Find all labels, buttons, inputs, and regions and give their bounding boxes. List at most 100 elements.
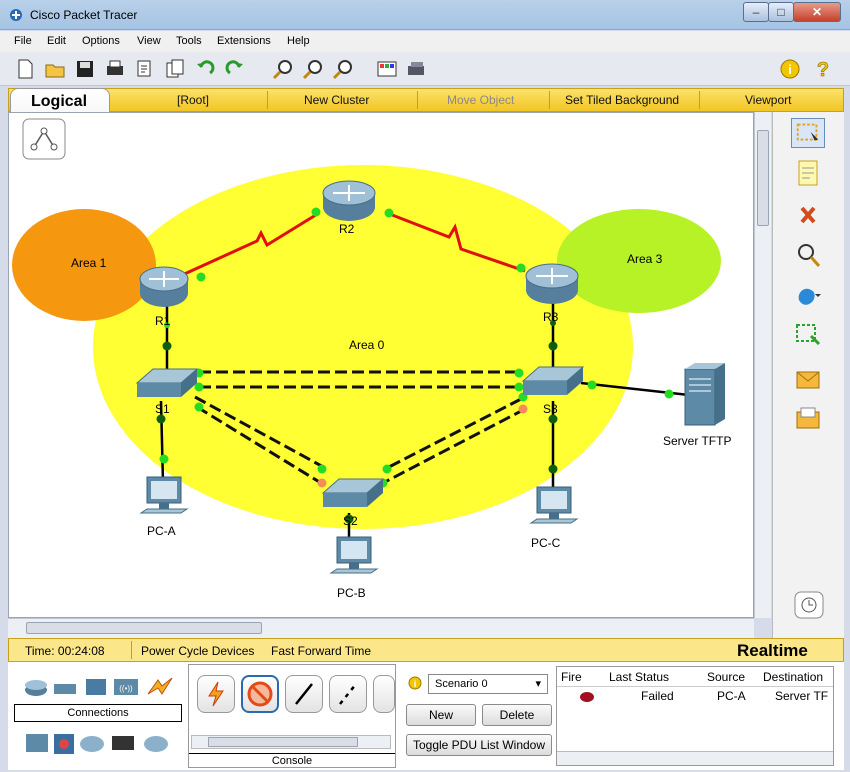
open-folder-icon[interactable] [44, 58, 66, 80]
lightning-icon [208, 681, 224, 707]
realtime-mode-icon[interactable] [791, 590, 825, 620]
pdu-destination: Server TF [775, 689, 829, 703]
svg-text:?: ? [817, 59, 829, 80]
draw-shape-icon[interactable] [791, 280, 825, 310]
pc-b[interactable] [329, 536, 379, 574]
custom-device-icon[interactable] [406, 58, 428, 80]
palette-icon[interactable] [376, 58, 398, 80]
maximize-button[interactable]: □ [768, 2, 794, 22]
packet-tracer-icon [10, 9, 22, 21]
delete-tool-icon[interactable] [791, 200, 825, 230]
print-icon[interactable] [104, 58, 126, 80]
place-note-icon[interactable] [791, 158, 825, 188]
add-simple-pdu-icon[interactable] [791, 364, 825, 394]
console-cable-icon [247, 681, 273, 707]
minimize-button[interactable]: – [743, 2, 769, 22]
power-cycle-devices-button[interactable]: Power Cycle Devices [141, 644, 254, 658]
help-icon[interactable]: ? [812, 58, 834, 80]
zoom-out-icon[interactable] [332, 58, 354, 80]
set-tiled-background-button[interactable]: Set Tiled Background [565, 93, 679, 107]
close-button[interactable]: ✕ [793, 2, 841, 22]
server-tftp-label: Server TFTP [663, 434, 731, 448]
destination-column-header: Destination [763, 670, 824, 684]
router-r2[interactable] [322, 180, 376, 221]
crossover-button[interactable] [329, 675, 367, 713]
scenario-info-icon[interactable]: i [408, 676, 422, 690]
zoom-reset-icon[interactable] [302, 58, 324, 80]
router-r1[interactable] [139, 266, 189, 307]
auto-connection-button[interactable] [197, 675, 235, 713]
fire-column-header: Fire [561, 670, 582, 684]
resize-shape-icon[interactable] [791, 320, 825, 350]
delete-scenario-button[interactable]: Delete [482, 704, 552, 726]
horizontal-scrollbar[interactable] [8, 618, 754, 638]
menu-file[interactable]: File [14, 35, 32, 47]
undo-icon[interactable] [194, 58, 216, 80]
hubs-category-icon[interactable] [86, 679, 106, 695]
logical-view-icon[interactable] [22, 118, 66, 160]
console-connection-button[interactable] [241, 675, 279, 713]
menu-tools[interactable]: Tools [176, 35, 202, 47]
pc-a[interactable] [139, 476, 189, 514]
pc-c[interactable] [529, 486, 579, 524]
scenario-panel: i Scenario 0 ▾ New Delete Toggle PDU Lis… [396, 664, 556, 768]
copy-icon[interactable] [164, 58, 186, 80]
routers-category-icon[interactable] [25, 680, 47, 696]
realtime-mode-label: Realtime [737, 641, 808, 660]
area0-label: Area 0 [349, 338, 385, 352]
menu-extensions[interactable]: Extensions [217, 35, 271, 47]
pdu-list-table: Fire Last Status Source Destination Fail… [556, 666, 834, 766]
add-complex-pdu-icon[interactable] [791, 404, 825, 434]
end-devices-category-icon[interactable] [26, 734, 48, 752]
new-file-icon[interactable] [14, 58, 36, 80]
area1-label: Area 1 [71, 256, 107, 270]
pc-b-label: PC-B [337, 586, 366, 600]
root-link[interactable]: [Root] [177, 93, 209, 107]
custom-devices-category-icon[interactable] [80, 736, 104, 752]
info-icon[interactable]: i [779, 58, 801, 80]
other-devices-category-icon[interactable] [144, 736, 168, 752]
server-tftp[interactable] [684, 363, 725, 426]
connections-scrollbar[interactable] [191, 735, 391, 749]
zoom-in-icon[interactable] [272, 58, 294, 80]
menu-edit[interactable]: Edit [47, 35, 66, 47]
pdu-source: PC-A [717, 689, 746, 703]
wireless-category-icon[interactable]: ((•)) [114, 679, 138, 695]
straight-through-button[interactable] [285, 675, 323, 713]
activity-wizard-icon[interactable] [134, 58, 156, 80]
area3-label: Area 3 [627, 252, 663, 266]
menu-bar: File Edit Options View Tools Extensions … [0, 31, 850, 52]
toggle-pdu-list-button[interactable]: Toggle PDU List Window [406, 734, 552, 756]
new-cluster-button[interactable]: New Cluster [304, 93, 369, 107]
window-title: Cisco Packet Tracer [30, 8, 138, 22]
scenario-select[interactable]: Scenario 0 ▾ [428, 674, 548, 694]
multiuser-category-icon[interactable] [112, 736, 134, 750]
save-icon[interactable] [74, 58, 96, 80]
wan-emulation-category-icon[interactable] [54, 734, 74, 754]
vertical-scrollbar[interactable] [754, 112, 771, 618]
connections-category-icon[interactable] [147, 677, 173, 695]
pdu-list-scrollbar[interactable] [557, 751, 833, 765]
time-bar: Time: 00:24:08 Power Cycle Devices Fast … [8, 638, 844, 662]
time-display: Time: 00:24:08 [25, 644, 105, 658]
select-tool-icon[interactable] [791, 118, 825, 148]
menu-options[interactable]: Options [82, 35, 120, 47]
router-r3[interactable] [525, 263, 579, 304]
device-type-selection: ((•)) Connections [8, 662, 186, 766]
more-connections-button[interactable] [373, 675, 395, 713]
new-scenario-button[interactable]: New [406, 704, 476, 726]
viewport-button[interactable]: Viewport [745, 93, 791, 107]
crossover-cable-icon [339, 683, 357, 705]
fast-forward-time-button[interactable]: Fast Forward Time [271, 644, 371, 658]
end-device-icons [26, 734, 168, 754]
menu-view[interactable]: View [137, 35, 161, 47]
logical-workspace[interactable]: Area 1 Area 3 Area 0 R1 R2 R3 S1 S2 S3 S… [8, 112, 754, 618]
menu-help[interactable]: Help [287, 35, 310, 47]
switches-category-icon[interactable] [54, 684, 76, 694]
inspect-tool-icon[interactable] [791, 240, 825, 270]
move-object-button: Move Object [447, 93, 515, 107]
pdu-status: Failed [641, 689, 674, 703]
device-category-icons: ((•)) [25, 677, 173, 696]
fire-status-icon[interactable] [579, 691, 595, 703]
redo-icon[interactable] [224, 58, 246, 80]
